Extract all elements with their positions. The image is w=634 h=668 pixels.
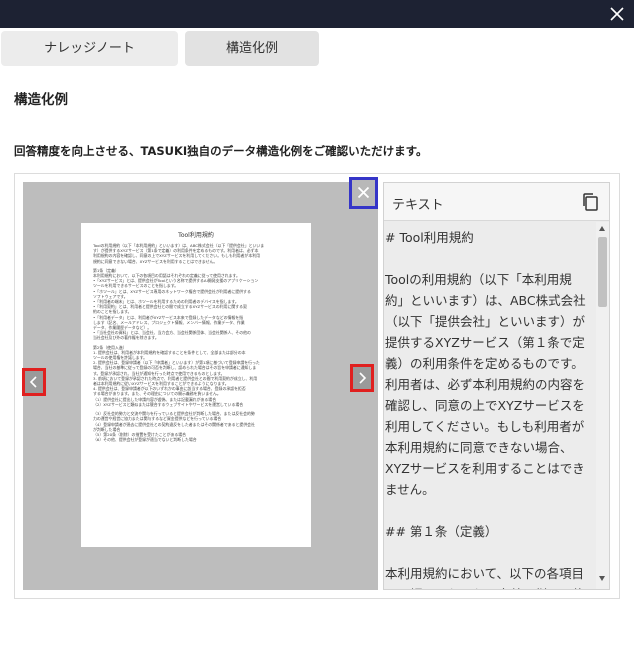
text-content: # Tool利用規約 Toolの利用規約（以下「本利用規 約」といいます）は、ABC…: [384, 222, 595, 589]
text-panel-header: テキスト: [384, 183, 609, 221]
scroll-down-icon[interactable]: [599, 576, 605, 581]
close-viewer-button[interactable]: [349, 177, 378, 209]
text-line: 義）の利用条件を定めるものです。: [385, 356, 584, 371]
tab-bar: ナレッジノート 構造化例: [0, 30, 634, 66]
tab-structuring-example[interactable]: 構造化例: [185, 31, 319, 66]
text-line: 本利用規約において、以下の各項目: [385, 566, 585, 581]
text-line: Toolの利用規約（以下「本利用規: [385, 272, 572, 287]
previous-page-button[interactable]: [22, 368, 46, 396]
tab-knowledge-note[interactable]: ナレッジノート: [1, 31, 178, 66]
text-line: # Tool利用規約: [385, 230, 474, 245]
text-line: 確認し、同意の上でXYZサービスを: [385, 398, 585, 413]
text-line: 提供するXYZサービス（第１条で定: [385, 335, 585, 350]
top-bar: [0, 0, 634, 28]
next-page-button[interactable]: [350, 364, 374, 392]
text-line: XYZサービスを利用することはでき: [385, 461, 585, 476]
text-line: 本利用規約に同意できない場合、: [385, 440, 573, 455]
document-title: Tool利用規約: [178, 232, 214, 239]
close-icon: [357, 186, 370, 199]
close-icon[interactable]: [608, 5, 626, 23]
text-line: 利用してください。もしも利用者が: [385, 419, 585, 434]
text-line: [385, 248, 591, 269]
document-line: （6）その他、提供会社が登録が適当でないと判断した場合: [93, 437, 197, 443]
page-title: 構造化例: [14, 92, 68, 108]
text-line: ません。: [385, 482, 435, 497]
text-line: ## 第１条（定義）: [385, 524, 498, 539]
text-panel-label: テキスト: [392, 198, 444, 213]
document-page: Tool利用規約 Toolの利用規約（以下「本利用規約」といいます）は、ABC株…: [81, 223, 311, 547]
text-line: 約」といいます）は、ABC株式会社: [385, 293, 586, 308]
scroll-thumb[interactable]: [598, 237, 607, 307]
chevron-right-icon: [359, 372, 367, 384]
text-line: 利用者は、必ず本利用規約の内容を: [385, 377, 586, 392]
scroll-up-icon[interactable]: [599, 226, 605, 231]
document-viewer: Tool利用規約 Toolの利用規約（以下「本利用規約」といいます）は、ABC株…: [23, 182, 378, 590]
text-line: の用語はそれぞれの定義に従って使: [385, 584, 591, 589]
copy-icon[interactable]: [581, 192, 599, 212]
document-content: Toolの利用規約（以下「本利用規約」といいます）は、ABC株式会社（以下「提供…: [93, 243, 299, 442]
text-panel: テキスト # Tool利用規約 Toolの利用規約（以下「本利用規 約」といいます）…: [383, 182, 610, 590]
scrollbar[interactable]: [596, 222, 609, 589]
chevron-left-icon: [29, 376, 37, 388]
text-line: [385, 542, 591, 563]
text-line: [385, 500, 591, 521]
page-description: 回答精度を向上させる、TASUKI独自のデータ構造化例をご確認いただけます。: [14, 144, 428, 158]
text-line: （以下「提供会社」といいます）が: [385, 314, 586, 329]
